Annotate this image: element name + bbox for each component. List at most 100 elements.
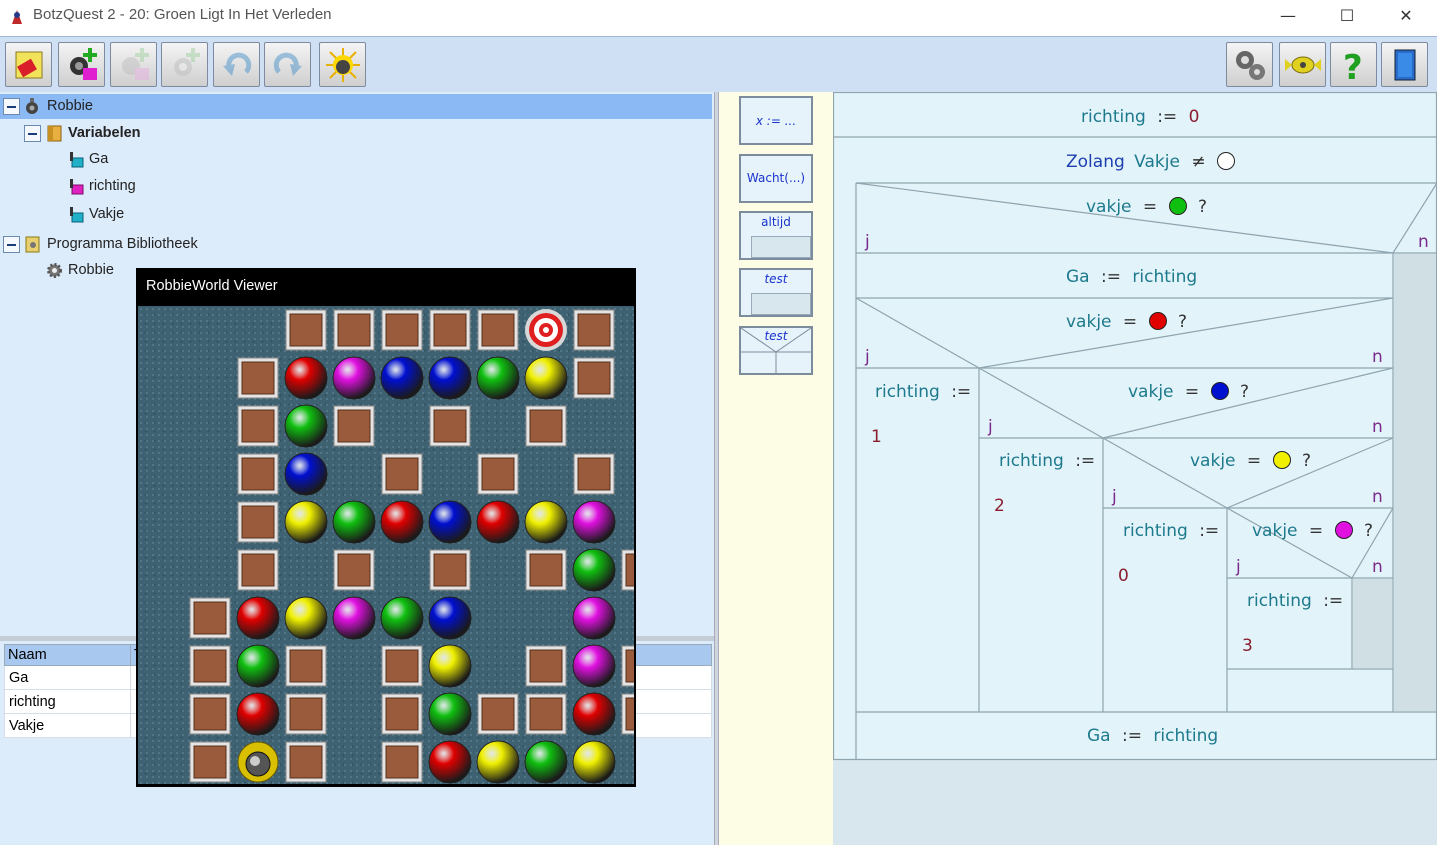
question-mark: ? bbox=[1363, 521, 1374, 541]
edit-icon bbox=[15, 51, 43, 79]
condition-green[interactable]: vakje = ? bbox=[1086, 197, 1207, 217]
redo-button[interactable] bbox=[264, 42, 311, 87]
green-ball bbox=[572, 548, 616, 592]
set-richting-2[interactable]: richting := bbox=[999, 451, 1095, 471]
condition-yellow[interactable]: vakje = ? bbox=[1190, 451, 1311, 471]
tree-item-variabelen[interactable]: Variabelen bbox=[0, 121, 712, 146]
tree-item-robbie[interactable]: Robbie bbox=[0, 94, 712, 119]
tree-item-var-vakje[interactable]: Vakje bbox=[0, 202, 712, 227]
add-variable-button[interactable] bbox=[110, 42, 157, 87]
undo-button[interactable] bbox=[213, 42, 260, 87]
wall-crate bbox=[189, 693, 231, 735]
wall-crate bbox=[381, 309, 423, 351]
wall-crate bbox=[525, 693, 567, 735]
compare-operator: = bbox=[1122, 312, 1138, 332]
target-icon bbox=[525, 309, 567, 351]
wall-crate bbox=[237, 501, 279, 543]
condition-magenta[interactable]: vakje = ? bbox=[1252, 521, 1373, 541]
var-name: richting bbox=[1123, 521, 1188, 541]
wall-crate bbox=[285, 645, 327, 687]
gears-icon bbox=[1236, 51, 1265, 80]
if-shape-icon bbox=[741, 328, 811, 373]
palette-always-block[interactable]: altijd bbox=[739, 211, 813, 260]
wall-crate bbox=[525, 405, 567, 447]
set-richting-3[interactable]: richting := bbox=[1247, 591, 1343, 611]
palette-if-block[interactable]: test bbox=[739, 326, 813, 375]
assign-statement-top[interactable]: richting := 0 bbox=[1081, 107, 1199, 127]
ga-assign-bottom[interactable]: Ga := richting bbox=[1087, 726, 1218, 746]
app-logo-icon bbox=[12, 10, 22, 24]
variable-icon bbox=[70, 152, 84, 168]
assign-value: richting bbox=[1132, 267, 1198, 287]
collapse-toggle[interactable] bbox=[24, 125, 41, 142]
structogram-editor: richting := 0 Zolang Vakje ≠ vakje = ? j… bbox=[833, 92, 1437, 845]
question-icon: ? bbox=[1343, 48, 1363, 84]
while-statement[interactable]: Zolang Vakje ≠ bbox=[1066, 152, 1235, 172]
add-gear-button[interactable] bbox=[161, 42, 208, 87]
collapse-toggle[interactable] bbox=[3, 236, 20, 253]
tree-item-library[interactable]: Programma Bibliotheek bbox=[0, 232, 712, 257]
collapse-toggle[interactable] bbox=[3, 98, 20, 115]
help-button[interactable]: ? bbox=[1330, 42, 1377, 87]
yes-branch-label: j bbox=[1112, 487, 1117, 507]
assign-value[interactable]: 2 bbox=[994, 496, 1005, 516]
minimize-button[interactable]: — bbox=[1268, 4, 1308, 28]
yes-branch-label: j bbox=[865, 232, 870, 252]
close-button[interactable]: ✕ bbox=[1386, 4, 1426, 28]
ga-assign-statement[interactable]: Ga := richting bbox=[1066, 267, 1197, 287]
red-ball bbox=[572, 692, 616, 736]
var-name: Ga bbox=[1066, 267, 1090, 287]
assign-value[interactable]: 0 bbox=[1118, 566, 1129, 586]
magenta-ball bbox=[332, 356, 376, 400]
palette-body-slot bbox=[751, 293, 811, 315]
column-header-naam[interactable]: Naam bbox=[4, 644, 131, 666]
game-board bbox=[138, 306, 663, 784]
var-name: Ga bbox=[1087, 726, 1111, 746]
assign-value[interactable]: 1 bbox=[871, 427, 882, 447]
green-ball bbox=[236, 644, 280, 688]
red-ball bbox=[428, 740, 472, 784]
condition-red[interactable]: vakje = ? bbox=[1066, 312, 1187, 332]
wall-crate bbox=[333, 309, 375, 351]
tree-item-var-ga[interactable]: Ga bbox=[0, 147, 712, 172]
assign-value[interactable]: 3 bbox=[1242, 636, 1253, 656]
var-name: vakje bbox=[1066, 312, 1112, 332]
green-ball bbox=[476, 356, 520, 400]
blue-ball bbox=[428, 500, 472, 544]
palette-test-block[interactable]: test bbox=[739, 268, 813, 317]
var-name: richting bbox=[999, 451, 1064, 471]
var-name: vakje bbox=[1252, 521, 1298, 541]
edit-world-button[interactable] bbox=[5, 42, 52, 87]
candy-button[interactable] bbox=[1279, 42, 1326, 87]
wall-crate bbox=[285, 741, 327, 783]
palette-assign-block[interactable]: x := ... bbox=[739, 96, 813, 145]
set-richting-1[interactable]: richting := bbox=[875, 382, 971, 402]
tree-item-var-richting[interactable]: richting bbox=[0, 174, 712, 199]
palette-wait-block[interactable]: Wacht(...) bbox=[739, 154, 813, 203]
add-robot-icon bbox=[70, 48, 97, 80]
yes-branch-label: j bbox=[1236, 557, 1241, 577]
settings-button[interactable] bbox=[1226, 42, 1273, 87]
grid-cell-name[interactable]: Vakje bbox=[4, 713, 131, 738]
palette-label: Wacht(...) bbox=[746, 171, 806, 185]
grid-cell-name[interactable]: Ga bbox=[4, 665, 131, 690]
folder-icon bbox=[47, 125, 62, 142]
run-button[interactable] bbox=[319, 42, 366, 87]
grid-cell-name[interactable]: richting bbox=[4, 689, 131, 714]
question-mark: ? bbox=[1301, 451, 1312, 471]
wall-crate bbox=[237, 405, 279, 447]
statement-palette bbox=[719, 92, 833, 845]
no-branch-label: n bbox=[1372, 487, 1383, 507]
maximize-button[interactable]: ☐ bbox=[1327, 4, 1367, 28]
robbieworld-viewer[interactable]: RobbieWorld Viewer bbox=[136, 268, 663, 787]
tree-label: Robbie bbox=[47, 98, 93, 114]
title-bar: BotzQuest 2 - 20: Groen Ligt In Het Verl… bbox=[0, 0, 1437, 33]
condition-blue[interactable]: vakje = ? bbox=[1128, 382, 1249, 402]
wall-crate bbox=[381, 645, 423, 687]
add-robot-button[interactable] bbox=[58, 42, 105, 87]
exit-button[interactable] bbox=[1381, 42, 1428, 87]
green-ball bbox=[428, 692, 472, 736]
var-name: vakje bbox=[1190, 451, 1236, 471]
set-richting-0[interactable]: richting := bbox=[1123, 521, 1219, 541]
wall-crate bbox=[285, 309, 327, 351]
